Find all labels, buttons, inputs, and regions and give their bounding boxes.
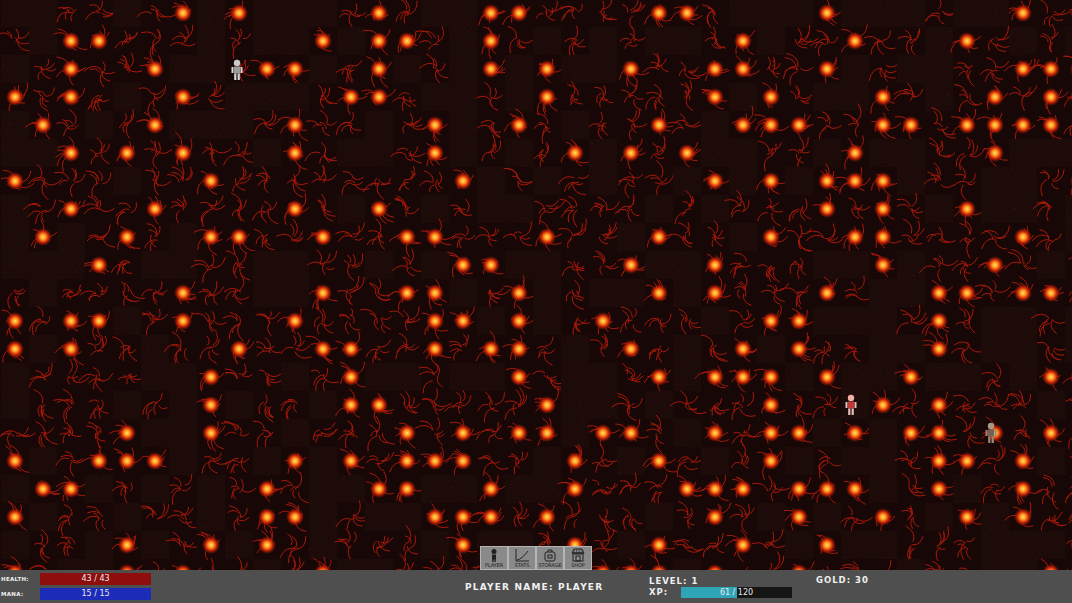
toolbar-label: SHOP [571,562,584,568]
status-bar: HEALTH:43 / 43MANA:15 / 15PLAYER NAME: P… [0,570,1072,603]
gold-label: GOLD: 30 [816,570,869,585]
toolbar-button[interactable]: STATS [508,546,536,570]
xp-reading: 61 / 120 [681,587,792,598]
player-name: PLAYER NAME: PLAYER [465,582,649,592]
mana-label: MANA: [1,591,40,597]
shop-icon [570,548,586,562]
toolbar-button[interactable]: SHOP [564,546,592,570]
health-row: HEALTH:43 / 43 [1,573,152,586]
xp-row: XP:61 / 120 [649,587,816,598]
toolbar-label: STORAGE [538,562,561,568]
toolbar-button[interactable]: STORAGE [536,546,564,570]
level-label: LEVEL: 1 [649,576,816,586]
mana-row: MANA:15 / 15 [1,588,152,601]
health-track: 43 / 43 [40,573,151,585]
game-map[interactable]: PLAYER STATS STORAGE SHOP [0,0,1072,570]
vitals: HEALTH:43 / 43MANA:15 / 15 [0,573,152,601]
ghoul-icon[interactable] [983,422,999,444]
chart-icon [514,548,530,562]
toolbar-label: STATS [515,562,530,568]
mana-track: 15 / 15 [40,588,151,600]
bag-icon [542,548,558,562]
toolbar-label: PLAYER [485,562,503,568]
xp-track: 61 / 120 [681,587,792,598]
player-icon[interactable] [843,394,859,416]
person-icon [486,548,502,562]
toolbar: PLAYER STATS STORAGE SHOP [480,546,592,570]
skeleton-icon[interactable] [229,59,245,81]
toolbar-button[interactable]: PLAYER [480,546,508,570]
lava-tiles [0,0,1072,570]
xp-label: XP: [649,587,681,597]
level-block: LEVEL: 1XP:61 / 120 [649,576,816,598]
mana-reading: 15 / 15 [40,588,151,600]
health-reading: 43 / 43 [40,573,151,585]
health-label: HEALTH: [1,576,40,582]
